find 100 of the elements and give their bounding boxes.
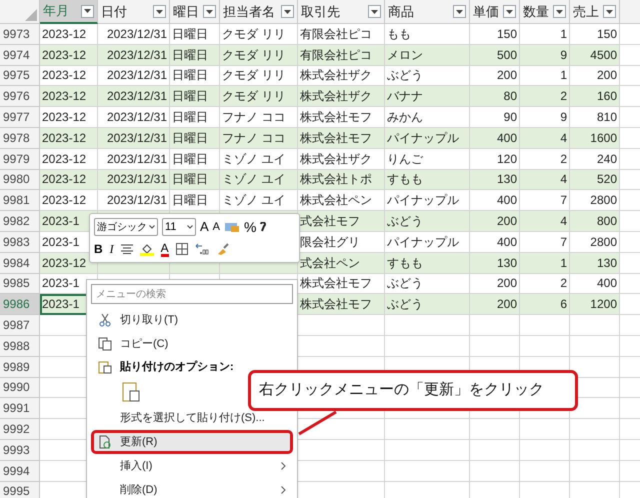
align-center-icon[interactable]: [120, 244, 133, 254]
table-cell: 2800: [570, 190, 620, 212]
table-cell: 2023/12/31: [98, 128, 170, 149]
row-number[interactable]: 9985: [0, 274, 40, 294]
italic-button[interactable]: I: [110, 240, 114, 258]
row-number[interactable]: 9975: [0, 66, 40, 86]
table-cell: 4500: [570, 44, 620, 66]
table-cell: 9: [520, 44, 570, 66]
filter-dropdown-icon[interactable]: [81, 4, 94, 18]
corner-triangle-icon: [25, 9, 37, 21]
chevron-down-icon: [149, 225, 155, 229]
copy-icon: [98, 337, 112, 351]
table-cell: [470, 460, 520, 482]
paste-icon[interactable]: [122, 380, 142, 404]
menu-item[interactable]: コピー(C): [91, 332, 293, 356]
font-select[interactable]: 游ゴシック: [94, 218, 158, 236]
table-cell: 日曜日: [170, 170, 220, 190]
row-number[interactable]: 9990: [0, 378, 40, 398]
row-number[interactable]: 9977: [0, 107, 40, 128]
size-select[interactable]: 11: [162, 218, 196, 236]
row-number[interactable]: 9991: [0, 398, 40, 420]
menu-search-field[interactable]: メニューの検索: [91, 284, 293, 304]
table-cell: 株式会社ザク: [298, 86, 385, 108]
table-cell: 1: [520, 252, 570, 274]
table-cell: 400: [570, 274, 620, 294]
table-cell: 80: [470, 86, 520, 108]
row-number[interactable]: 9989: [0, 356, 40, 378]
table-cell: クモダ リリ: [220, 44, 298, 66]
borders-icon[interactable]: [176, 243, 188, 255]
table-cell: [470, 315, 520, 336]
table-cell: [520, 419, 570, 440]
table-cell: ミゾノ ユイ: [220, 190, 298, 212]
table-cell: みかん: [385, 107, 470, 128]
fill-color-icon[interactable]: [140, 242, 154, 256]
table-cell: [520, 336, 570, 357]
table-cell: [520, 460, 570, 482]
shrink-font-button[interactable]: A: [212, 218, 220, 236]
table-cell: ぶどう: [385, 211, 470, 232]
row-number[interactable]: 9973: [0, 24, 40, 45]
table-cell: [570, 419, 620, 440]
table-cell: 2023-12: [40, 107, 98, 128]
chevron-right-icon: [281, 486, 286, 494]
brush-icon[interactable]: [216, 242, 230, 256]
row-number[interactable]: 9984: [0, 252, 40, 274]
row-number[interactable]: 9980: [0, 170, 40, 190]
comma-icon[interactable]: [260, 222, 266, 232]
table-cell: りんご: [385, 148, 470, 170]
filter-dropdown-icon[interactable]: [281, 5, 294, 18]
table-cell: メロン: [385, 44, 470, 66]
row-number[interactable]: 9981: [0, 190, 40, 212]
row-number[interactable]: 9993: [0, 440, 40, 461]
table-cell: 7: [520, 232, 570, 253]
table-cell: 400: [470, 232, 520, 253]
row-number[interactable]: 9979: [0, 148, 40, 170]
decimal-icon[interactable]: [194, 243, 209, 255]
table-cell: 2023/12/31: [98, 170, 170, 190]
font-color-button[interactable]: A: [160, 242, 169, 256]
row-number[interactable]: 9974: [0, 44, 40, 66]
filter-dropdown-icon[interactable]: [553, 5, 566, 18]
table-cell: 日曜日: [170, 107, 220, 128]
table-cell: [470, 440, 520, 461]
row-number[interactable]: 9994: [0, 460, 40, 482]
table-cell: 2: [520, 274, 570, 294]
percent-button[interactable]: %: [244, 216, 256, 238]
menu-item[interactable]: 挿入(I): [91, 454, 293, 478]
filter-dropdown-icon[interactable]: [368, 5, 381, 18]
row-number[interactable]: 9976: [0, 86, 40, 108]
filter-dropdown-icon[interactable]: [153, 5, 166, 18]
table-cell: 限会社グリ: [298, 232, 385, 253]
row-number[interactable]: 9988: [0, 336, 40, 357]
table-cell: 株式会社ザク: [298, 148, 385, 170]
row-number[interactable]: 9992: [0, 419, 40, 440]
row-number[interactable]: 9995: [0, 482, 40, 498]
row-number[interactable]: 9987: [0, 315, 40, 336]
menu-item[interactable]: 削除(D): [91, 478, 293, 498]
grow-font-button[interactable]: A: [200, 217, 209, 237]
row-number[interactable]: 9983: [0, 232, 40, 253]
table-cell: 160: [570, 86, 620, 108]
column-header[interactable]: 年月: [40, 0, 98, 24]
row-number[interactable]: 9982: [0, 211, 40, 232]
filter-dropdown-icon[interactable]: [453, 5, 466, 18]
filter-dropdown-icon[interactable]: [503, 5, 516, 18]
table-cell: 日曜日: [170, 148, 220, 170]
table-cell: 式会社モフ: [298, 211, 385, 232]
table-cell: 2023/12/31: [98, 190, 170, 212]
table-cell: 日曜日: [170, 128, 220, 149]
table-cell: 株式会社ザク: [298, 66, 385, 86]
row-number[interactable]: 9978: [0, 128, 40, 149]
row-number[interactable]: 9986: [0, 294, 40, 316]
menu-heading: 貼り付けのオプション:: [120, 360, 234, 375]
menu-item[interactable]: 更新(R): [91, 430, 293, 454]
table-cell: クモダ リリ: [220, 66, 298, 86]
table-cell: パイナップル: [385, 232, 470, 253]
filter-dropdown-icon[interactable]: [203, 5, 216, 18]
table-cell: 1: [520, 24, 570, 45]
table-cell: 130: [470, 170, 520, 190]
table-cell: 4: [520, 170, 570, 190]
table-cell: 2: [520, 148, 570, 170]
table-cell: 2023/12/31: [98, 148, 170, 170]
filter-dropdown-icon[interactable]: [603, 5, 616, 18]
